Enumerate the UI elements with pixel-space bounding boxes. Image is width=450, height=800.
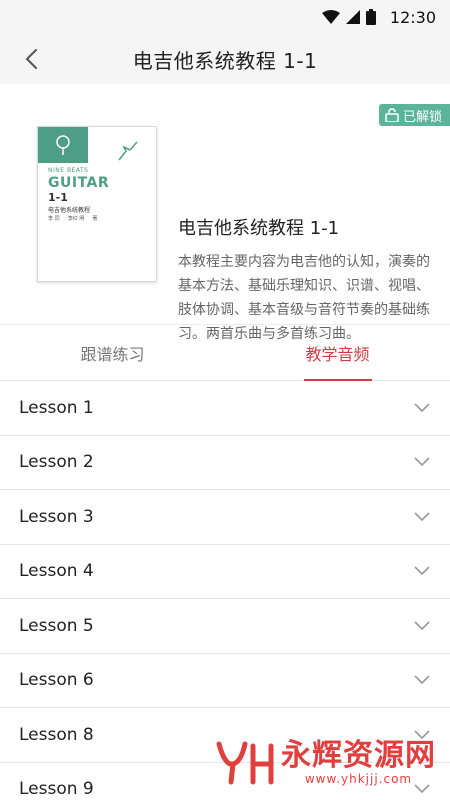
status-icons [321,9,376,25]
lesson-item[interactable]: Lesson 6 [0,654,450,708]
lesson-item[interactable]: Lesson 9 [0,763,450,800]
lesson-item[interactable]: Lesson 3 [0,490,450,545]
tab-score-practice[interactable]: 跟谱练习 [0,325,225,380]
tab-bar: 跟谱练习 教学音频 [0,325,450,381]
tab-teaching-audio[interactable]: 教学音频 [225,325,450,380]
app-bar: 电吉他系统教程 1-1 [0,34,450,84]
battery-icon [365,9,376,25]
chevron-down-icon [414,512,430,521]
signal-icon [345,10,360,24]
back-button[interactable] [14,42,48,76]
chevron-down-icon [414,457,430,467]
lesson-item[interactable]: Lesson 5 [0,599,450,654]
status-bar: 12:30 [0,0,450,34]
chevron-down-icon [414,730,430,739]
book-brand: NINE BEATS [48,167,89,174]
course-title: 电吉他系统教程 1-1 [178,218,340,239]
book-cn-title: 电吉他系统教程 [48,207,91,214]
unlock-icon [385,108,399,122]
lesson-label: Lesson 4 [19,561,94,582]
lesson-item[interactable]: Lesson 4 [0,545,450,599]
lesson-label: Lesson 9 [19,779,94,800]
chevron-down-icon [414,675,430,685]
page-title: 电吉他系统教程 1-1 [132,48,318,73]
course-hero: 已解锁 NINE BEATS GUITAR 1-1 电吉他系统教程 李 同 李红… [0,84,450,342]
lesson-label: Lesson 8 [19,724,94,745]
badge-label: 已解锁 [402,109,442,125]
book-authors: 李 同 李红 明 著 [48,216,98,222]
lesson-label: Lesson 1 [19,397,94,418]
lesson-item[interactable]: Lesson 1 [0,381,450,436]
lesson-label: Lesson 2 [19,452,94,473]
unlocked-badge: 已解锁 [378,104,450,126]
wifi-icon [321,10,340,24]
chevron-down-icon [414,403,430,412]
lesson-label: Lesson 3 [19,506,94,527]
status-time: 12:30 [389,7,436,27]
chevron-down-icon [414,566,430,576]
lesson-item[interactable]: Lesson 8 [0,708,450,763]
book-cover[interactable]: NINE BEATS GUITAR 1-1 电吉他系统教程 李 同 李红 明 著 [37,126,157,282]
guitar-icon [118,141,138,161]
lesson-item[interactable]: Lesson 2 [0,436,450,490]
lesson-label: Lesson 5 [19,615,94,636]
chevron-down-icon [414,621,430,630]
book-top-band [38,127,88,163]
book-emblem-icon [56,135,70,155]
book-volume: 1-1 [48,191,68,204]
book-guitar-title: GUITAR [48,175,110,191]
chevron-down-icon [414,784,430,794]
lesson-list: Lesson 1 Lesson 2 Lesson 3 Lesson 4 Less… [0,381,450,800]
lesson-label: Lesson 6 [19,670,94,691]
chevron-left-icon [25,49,37,69]
